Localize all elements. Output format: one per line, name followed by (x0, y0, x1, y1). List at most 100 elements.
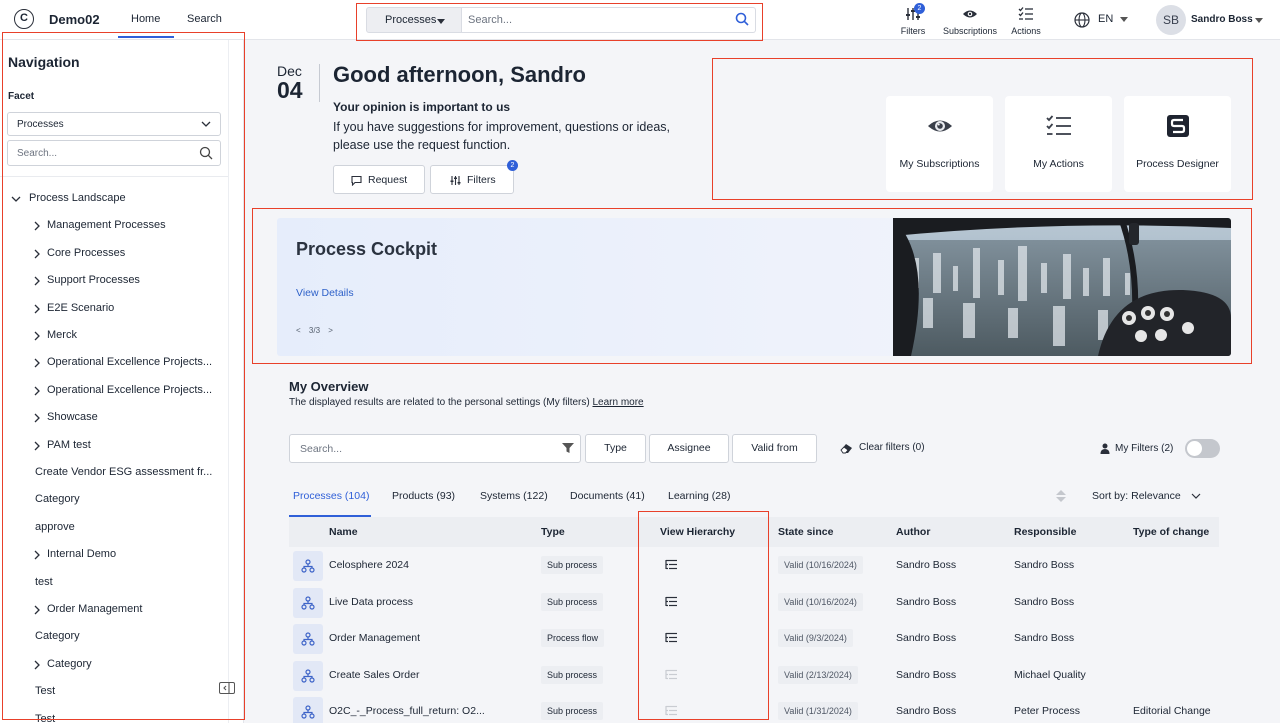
nav-tab-search[interactable]: Search (187, 13, 222, 25)
process-designer-card[interactable]: Process Designer (1124, 96, 1231, 192)
sidebar-item[interactable]: Test (0, 682, 228, 702)
tool-actions[interactable]: Actions (1009, 6, 1043, 36)
sidebar-item[interactable]: Operational Excellence Projects... (0, 381, 228, 401)
hierarchy-icon[interactable] (665, 632, 678, 643)
sidebar-item[interactable]: Management Processes (0, 216, 228, 236)
col-state-since[interactable]: State since (778, 526, 833, 538)
sidebar-item[interactable]: Support Processes (0, 271, 228, 291)
sidebar-item[interactable]: Operational Excellence Projects... (0, 353, 228, 373)
chevron-down-icon[interactable] (11, 194, 21, 204)
tool-subscriptions[interactable]: Subscriptions (941, 6, 999, 36)
col-author[interactable]: Author (896, 526, 930, 538)
sidebar-item[interactable]: Category (0, 655, 228, 675)
sidebar-item[interactable]: test (0, 573, 228, 593)
col-name[interactable]: Name (329, 526, 358, 538)
col-type[interactable]: Type (541, 526, 565, 538)
facet-select[interactable]: Processes (7, 112, 221, 136)
globe-icon[interactable] (1074, 12, 1090, 28)
caret-down-icon[interactable] (1255, 18, 1263, 23)
my-subscriptions-card[interactable]: My Subscriptions (886, 96, 993, 192)
app-name[interactable]: Demo02 (49, 12, 100, 27)
overview-search-input[interactable] (289, 434, 581, 463)
chevron-right-icon[interactable] (32, 331, 42, 341)
request-button[interactable]: Request (333, 165, 425, 194)
chevron-right-icon[interactable] (32, 550, 42, 560)
chevron-right-icon[interactable] (32, 605, 42, 615)
table-row[interactable]: Live Data process Sub process Valid (10/16… (289, 585, 1219, 621)
chevron-right-icon[interactable] (32, 358, 42, 368)
user-avatar[interactable]: SB (1156, 5, 1186, 35)
sidebar-item[interactable]: approve (0, 518, 228, 538)
col-responsible[interactable]: Responsible (1014, 526, 1076, 538)
chevron-right-icon[interactable] (32, 386, 42, 396)
sidebar-item[interactable]: Showcase (0, 408, 228, 428)
sidebar-item[interactable]: Internal Demo (0, 545, 228, 565)
my-filters-toggle[interactable] (1185, 439, 1220, 458)
search-scope-dropdown[interactable]: Processes (366, 7, 462, 33)
chevron-right-icon[interactable] (32, 660, 42, 670)
row-name[interactable]: Live Data process (329, 596, 413, 608)
table-row[interactable]: Order Management Process flow Valid (9/3/2… (289, 621, 1219, 657)
learn-more-link[interactable]: Learn more (592, 397, 643, 408)
banner-next-button[interactable]: > (328, 326, 333, 335)
row-name[interactable]: Create Sales Order (329, 669, 419, 681)
language-label[interactable]: EN (1098, 13, 1113, 25)
banner-prev-button[interactable]: < (296, 326, 301, 335)
collapse-sidebar-icon[interactable] (219, 682, 235, 694)
global-search-input[interactable] (462, 7, 756, 33)
chevron-right-icon[interactable] (32, 249, 42, 259)
funnel-icon[interactable] (561, 442, 575, 454)
sidebar-item[interactable]: Merck (0, 326, 228, 346)
row-name[interactable]: Celosphere 2024 (329, 559, 409, 571)
sort-control[interactable]: Sort by: Relevance (1092, 490, 1201, 502)
sort-arrows-icon[interactable] (1055, 489, 1067, 503)
nav-tab-home[interactable]: Home (117, 13, 175, 38)
table-row[interactable]: Create Sales Order Sub process Valid (2/13… (289, 658, 1219, 694)
chevron-right-icon[interactable] (32, 221, 42, 231)
sidebar-search-input[interactable] (7, 140, 221, 166)
caret-down-icon[interactable] (1120, 17, 1128, 22)
table-row[interactable]: O2C_-_Process_full_return: O2... Sub proc… (289, 694, 1219, 723)
sidebar-item[interactable]: PAM test (0, 436, 228, 456)
chevron-right-icon[interactable] (32, 276, 42, 286)
sidebar-item[interactable]: Create Vendor ESG assessment fr... (0, 463, 228, 483)
hierarchy-icon[interactable] (665, 559, 678, 570)
chevron-right-icon[interactable] (32, 413, 42, 423)
assignee-filter-button[interactable]: Assignee (649, 434, 729, 463)
col-view-hierarchy[interactable]: View Hierarchy (660, 526, 735, 538)
my-actions-card[interactable]: My Actions (1005, 96, 1112, 192)
sidebar-item[interactable]: Core Processes (0, 244, 228, 264)
tool-actions-label: Actions (1011, 26, 1041, 36)
tab-documents[interactable]: Documents (41) (570, 490, 645, 502)
app-logo-icon[interactable]: C (14, 9, 34, 29)
table-header: Name Type View Hierarchy State since Aut… (289, 517, 1219, 547)
type-filter-button[interactable]: Type (585, 434, 646, 463)
tab-products[interactable]: Products (93) (392, 490, 455, 502)
sidebar-item[interactable]: Category (0, 627, 228, 647)
col-type-of-change[interactable]: Type of change (1133, 526, 1209, 538)
hierarchy-icon[interactable] (665, 596, 678, 607)
chevron-right-icon[interactable] (32, 304, 42, 314)
sidebar-item[interactable]: Test (0, 710, 228, 723)
sidebar-item[interactable]: Category (0, 490, 228, 510)
valid-from-filter-button[interactable]: Valid from (732, 434, 817, 463)
chevron-right-icon[interactable] (32, 441, 42, 451)
row-name[interactable]: O2C_-_Process_full_return: O2... (329, 705, 485, 717)
sidebar-scrollbar[interactable] (228, 40, 243, 723)
date-day: 04 (277, 77, 303, 103)
row-responsible: Sandro Boss (1014, 595, 1075, 608)
tab-learning[interactable]: Learning (28) (668, 490, 730, 502)
row-name[interactable]: Order Management (329, 632, 420, 644)
sidebar-item[interactable]: Order Management (0, 600, 228, 620)
sidebar-item[interactable]: E2E Scenario (0, 299, 228, 319)
tool-filters[interactable]: 2 Filters (898, 3, 928, 36)
view-details-link[interactable]: View Details (296, 287, 354, 299)
tab-processes[interactable]: Processes (104) (293, 490, 369, 502)
search-icon[interactable] (199, 146, 213, 160)
search-icon[interactable] (735, 12, 749, 26)
filters-button[interactable]: Filters (430, 165, 514, 194)
tab-systems[interactable]: Systems (122) (480, 490, 548, 502)
table-row[interactable]: Celosphere 2024 Sub process Valid (10/16/2… (289, 548, 1219, 584)
sidebar-item[interactable]: Process Landscape (0, 189, 228, 209)
user-name[interactable]: Sandro Boss (1191, 14, 1253, 25)
